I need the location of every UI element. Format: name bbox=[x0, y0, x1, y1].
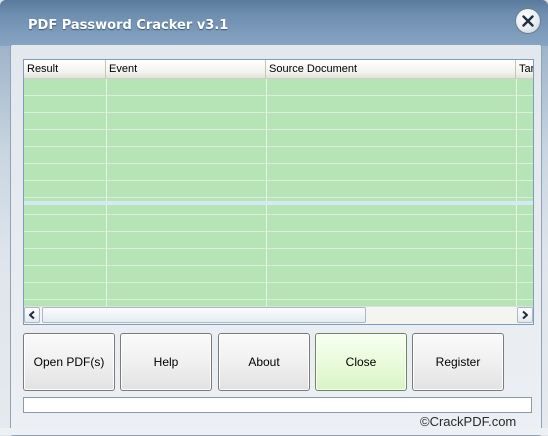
register-button[interactable]: Register bbox=[412, 333, 504, 391]
scroll-left-button[interactable] bbox=[24, 307, 40, 323]
watermark: ©CrackPDF.com bbox=[420, 414, 517, 429]
scrollbar-thumb[interactable] bbox=[42, 307, 366, 323]
close-button[interactable]: Close bbox=[315, 333, 407, 391]
column-header-result[interactable]: Result bbox=[24, 60, 106, 78]
close-icon bbox=[522, 15, 534, 27]
list-rows[interactable] bbox=[24, 79, 533, 306]
close-window-button[interactable] bbox=[515, 8, 541, 34]
title-bar: PDF Password Cracker v3.1 bbox=[0, 0, 548, 46]
about-button[interactable]: About bbox=[218, 333, 310, 391]
arrow-left-icon bbox=[29, 310, 35, 320]
results-list[interactable]: Result Event Source Document Tar bbox=[23, 59, 534, 325]
horizontal-scrollbar[interactable] bbox=[24, 306, 533, 324]
column-divider bbox=[106, 79, 107, 306]
column-header-source-document[interactable]: Source Document bbox=[266, 60, 516, 78]
status-bar bbox=[23, 397, 532, 413]
column-header-event[interactable]: Event bbox=[106, 60, 266, 78]
arrow-right-icon bbox=[522, 310, 528, 320]
bottom-strip bbox=[0, 428, 548, 435]
column-header-target[interactable]: Tar bbox=[516, 60, 533, 78]
app-window: PDF Password Cracker v3.1 Result Event S… bbox=[0, 0, 548, 436]
open-pdfs-button[interactable]: Open PDF(s) bbox=[23, 333, 115, 391]
column-divider bbox=[266, 79, 267, 306]
window-title: PDF Password Cracker v3.1 bbox=[28, 18, 229, 33]
row-separator-highlight bbox=[24, 201, 533, 205]
list-header: Result Event Source Document Tar bbox=[24, 60, 533, 79]
column-divider bbox=[516, 79, 517, 306]
scroll-right-button[interactable] bbox=[517, 307, 533, 323]
help-button[interactable]: Help bbox=[120, 333, 212, 391]
